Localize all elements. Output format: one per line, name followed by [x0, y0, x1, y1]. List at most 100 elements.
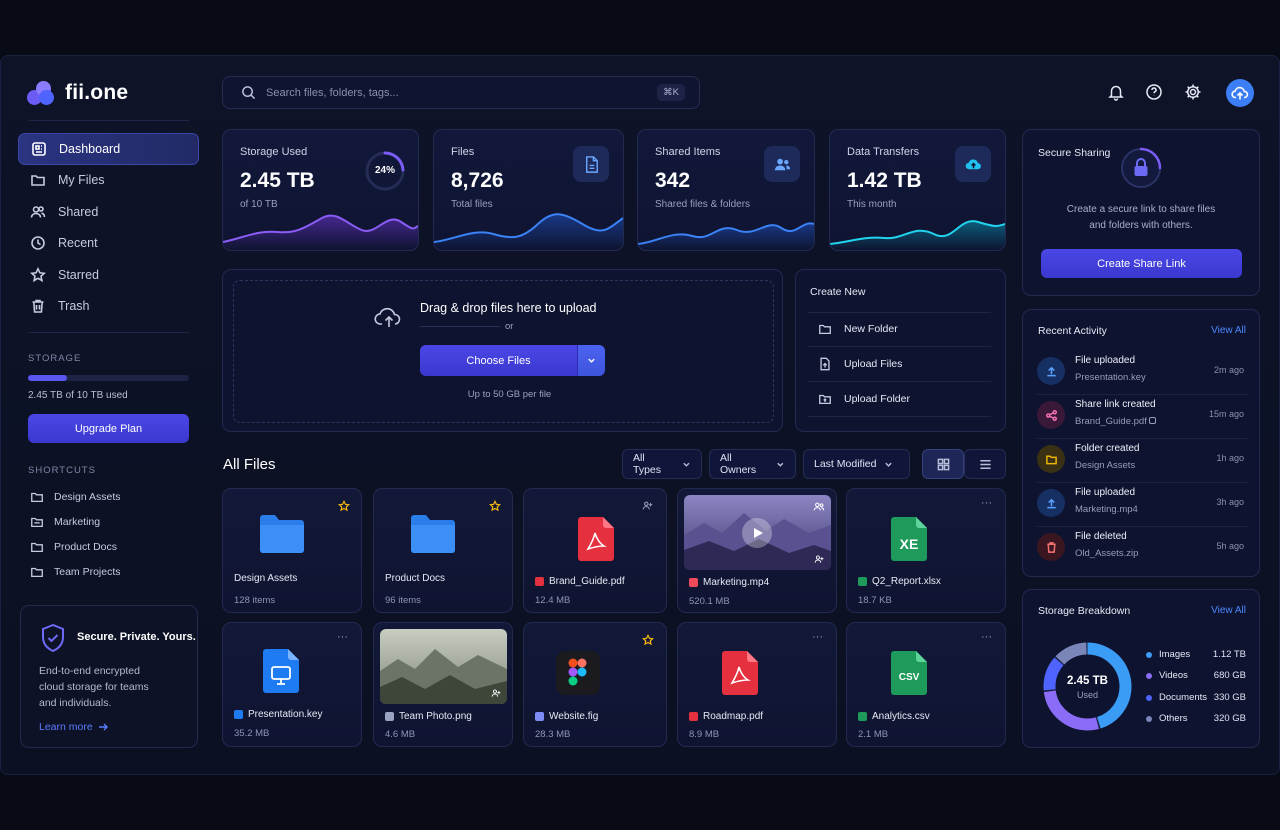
sidebar-item-recent[interactable]: Recent — [18, 228, 199, 260]
folder-icon — [31, 542, 43, 553]
more-options-button[interactable]: ··· — [981, 497, 992, 509]
learn-more-link[interactable]: Learn more — [39, 721, 108, 733]
shortcuts-heading: SHORTCUTS — [28, 465, 96, 476]
donut-center-label: Used — [1076, 690, 1098, 700]
sidebar-item-shared[interactable]: Shared — [18, 196, 199, 228]
filter-owner-dropdown[interactable]: All Owners — [709, 449, 796, 479]
gear-icon[interactable] — [1184, 83, 1202, 101]
choose-files-dropdown-button[interactable] — [577, 345, 605, 376]
sidebar-item-label: Recent — [58, 236, 98, 251]
users-icon — [774, 158, 790, 170]
shortcut-product-docs[interactable]: Product Docs — [30, 540, 117, 554]
file-card[interactable]: Brand_Guide.pdf 12.4 MB — [523, 488, 667, 613]
filter-type-dropdown[interactable]: All Types — [622, 449, 702, 479]
shortcut-design-assets[interactable]: Design Assets — [30, 490, 121, 504]
legend-dot — [1146, 694, 1152, 701]
sidebar-item-trash[interactable]: Trash — [18, 291, 199, 323]
shortcut-marketing[interactable]: Marketing — [30, 515, 100, 529]
sidebar-item-label: Dashboard — [59, 141, 121, 156]
star-icon[interactable] — [489, 500, 501, 512]
new-folder-button[interactable]: New Folder — [808, 312, 991, 347]
activity-item[interactable]: File uploaded Presentation.key 2m ago — [1037, 351, 1247, 395]
upload-icon — [1046, 498, 1056, 508]
file-name: Marketing.mp4 — [703, 577, 770, 588]
stat-value: 2.45 TB — [240, 169, 315, 192]
storage-progress-fill — [28, 375, 68, 381]
stat-card-transfers[interactable]: Data Transfers 1.42 TB This month — [829, 129, 1006, 251]
star-icon — [30, 266, 46, 282]
folder-upload-icon — [819, 394, 831, 405]
legend-item-others: Others 320 GB — [1146, 713, 1246, 724]
search-input[interactable]: Search files, folders, tags... — [266, 87, 399, 99]
more-options-button[interactable]: ··· — [981, 631, 992, 643]
shield-icon — [42, 623, 64, 653]
sidebar-item-dashboard[interactable]: Dashboard — [18, 133, 199, 165]
file-card[interactable]: Product Docs 96 items — [373, 488, 513, 613]
file-card[interactable]: Design Assets 128 items — [222, 488, 362, 613]
activity-item[interactable]: Share link created Brand_Guide.pdf 15m a… — [1037, 395, 1247, 439]
file-card[interactable]: ··· XE Q2_Report.xlsx 18.7 KB — [846, 488, 1006, 613]
more-options-button[interactable]: ··· — [337, 631, 348, 643]
bell-icon[interactable] — [1107, 83, 1125, 101]
star-icon[interactable] — [338, 500, 350, 512]
search-bar[interactable]: Search files, folders, tags... ⌘K — [222, 76, 700, 109]
upload-folder-button[interactable]: Upload Folder — [808, 382, 991, 417]
pdf-file-icon — [578, 517, 614, 561]
trash-icon — [32, 299, 44, 314]
grid-icon — [937, 458, 949, 470]
recent-activity-view-all-link[interactable]: View All — [1211, 325, 1246, 336]
sidebar-item-label: Trash — [58, 299, 90, 314]
sidebar-item-my-files[interactable]: My Files — [18, 165, 199, 197]
activity-item[interactable]: File deleted Old_Assets.zip 5h ago — [1037, 527, 1247, 571]
shared-users-icon — [642, 501, 653, 510]
storage-ring-label: 24% — [374, 165, 395, 176]
pdf-badge-icon — [689, 712, 698, 721]
chevron-down-icon — [588, 358, 595, 363]
csv-badge-icon — [858, 712, 867, 721]
file-card[interactable]: Website.fig 28.3 MB — [523, 622, 667, 747]
choose-files-button[interactable]: Choose Files — [420, 345, 577, 376]
secure-promo-card: Secure. Private. Yours. End-to-end encry… — [20, 605, 198, 748]
activity-item[interactable]: File uploaded Marketing.mp4 3h ago — [1037, 483, 1247, 527]
grid-view-toggle[interactable] — [922, 449, 964, 479]
divider — [28, 120, 189, 121]
file-card[interactable]: ··· Presentation.key 35.2 MB — [222, 622, 362, 747]
stat-card-shared[interactable]: Shared Items 342 Shared files & folders — [637, 129, 815, 251]
file-meta: 8.9 MB — [689, 729, 720, 740]
star-icon[interactable] — [642, 634, 654, 646]
file-card[interactable]: ··· Roadmap.pdf 8.9 MB — [677, 622, 837, 747]
storage-breakdown-view-all-link[interactable]: View All — [1211, 605, 1246, 616]
file-card[interactable]: Team Photo.png 4.6 MB — [373, 622, 513, 747]
csv-icon-label: CSV — [898, 672, 920, 683]
legend-label: Documents — [1159, 692, 1208, 703]
upgrade-plan-button[interactable]: Upgrade Plan — [28, 414, 189, 443]
help-icon[interactable] — [1145, 83, 1163, 101]
activity-icon-circle — [1037, 357, 1065, 385]
secure-sharing-panel: Secure Sharing Create a secure link to s… — [1022, 129, 1260, 296]
activity-item[interactable]: Folder created Design Assets 1h ago — [1037, 439, 1247, 483]
create-share-link-button[interactable]: Create Share Link — [1041, 249, 1242, 278]
shortcut-team-projects[interactable]: Team Projects — [30, 565, 121, 579]
app-logo[interactable]: fii.one — [27, 80, 128, 106]
cloud-upload-icon — [1231, 86, 1249, 100]
upload-avatar-button[interactable] — [1226, 79, 1254, 107]
stat-value: 342 — [655, 169, 691, 192]
stat-card-files[interactable]: Files 8,726 Total files — [433, 129, 624, 251]
more-options-button[interactable]: ··· — [812, 631, 823, 643]
search-shortcut-badge: ⌘K — [657, 84, 685, 101]
file-name-row: Roadmap.pdf — [689, 711, 763, 722]
file-card[interactable]: ··· CSV Analytics.csv 2.1 MB — [846, 622, 1006, 747]
activity-title: Share link created — [1075, 399, 1156, 410]
upload-files-button[interactable]: Upload Files — [808, 347, 991, 382]
filter-modified-dropdown[interactable]: Last Modified — [803, 449, 910, 479]
play-button[interactable] — [742, 518, 772, 548]
upload-hint: Up to 50 GB per file — [467, 389, 552, 400]
trash-icon — [1046, 541, 1056, 553]
create-item-label: New Folder — [844, 323, 898, 335]
list-view-toggle[interactable] — [964, 449, 1006, 479]
users-icon — [30, 205, 46, 218]
stat-card-storage[interactable]: Storage Used 2.45 TB of 10 TB 24% — [222, 129, 419, 251]
file-card[interactable]: Marketing.mp4 520.1 MB — [677, 488, 837, 613]
create-item-label: Upload Files — [844, 358, 903, 370]
sidebar-item-starred[interactable]: Starred — [18, 259, 199, 291]
